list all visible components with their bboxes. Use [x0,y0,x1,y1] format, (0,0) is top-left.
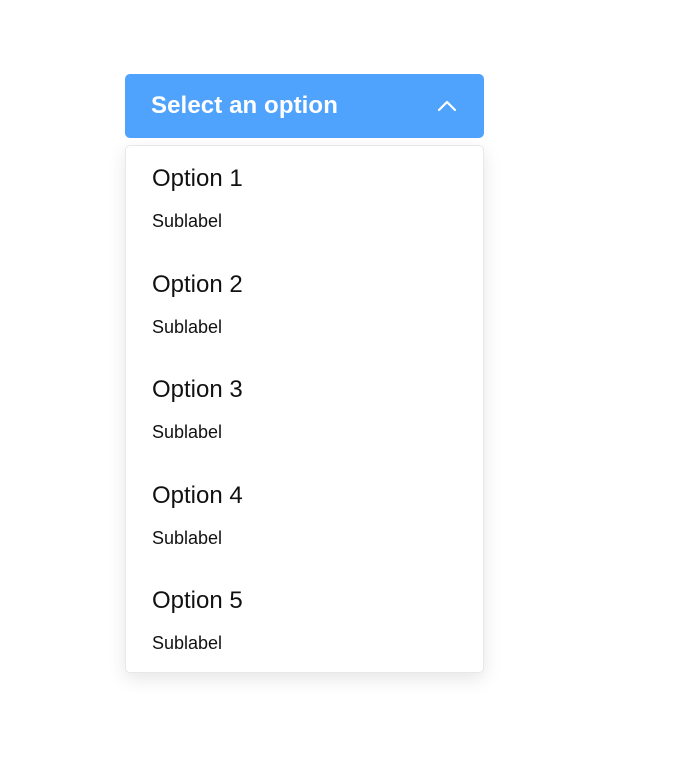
option-sublabel: Sublabel [152,211,223,231]
option-sublabel: Sublabel [152,422,223,443]
select-trigger-button[interactable]: Select an option [125,74,484,138]
option-item-1[interactable]: Option 1 Sublabel [126,146,483,252]
option-sublabel: Sublabel [152,633,223,654]
option-label: Option 5 [152,587,243,615]
option-label: Option 2 [152,270,243,298]
option-sublabel: Sublabel [152,527,223,548]
option-item-5[interactable]: Option 5 Sublabel [126,568,483,674]
option-label: Option 3 [152,376,243,404]
option-label: Option 4 [152,481,243,509]
option-sublabel: Sublabel [152,316,223,337]
options-menu: Option 1 Sublabel Option 2 Sublabel Opti… [125,145,484,673]
option-label: Option 1 [152,165,243,192]
option-item-3[interactable]: Option 3 Sublabel [126,357,483,463]
option-item-2[interactable]: Option 2 Sublabel [126,252,483,358]
select-placeholder: Select an option [151,92,338,119]
chevron-up-icon [437,96,457,116]
option-item-4[interactable]: Option 4 Sublabel [126,463,483,569]
select-dropdown: Select an option Option 1 Sublabel Optio… [125,74,484,673]
